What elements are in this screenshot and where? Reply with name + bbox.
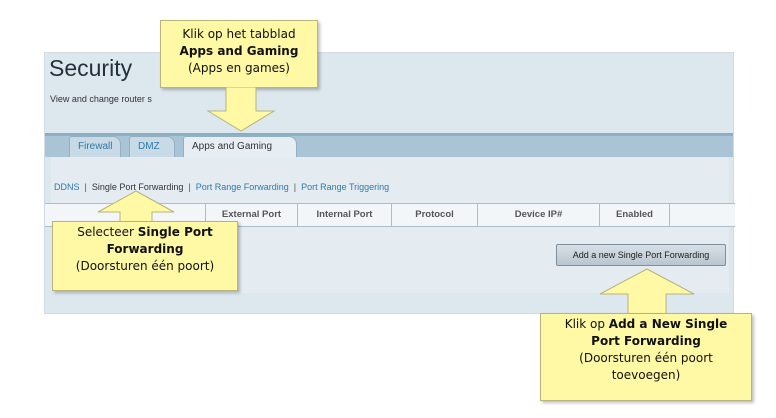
callout-text: (Apps en games) [188, 61, 290, 75]
page-header: Security View and change router s [45, 53, 733, 133]
page-subtitle: View and change router s [50, 94, 152, 104]
callout-single-port-forwarding: Selecteer Single Port Forwarding (Doorst… [52, 221, 238, 291]
table-header-internal-port: Internal Port [297, 204, 391, 226]
subnav-separator: | [293, 182, 297, 192]
subnav-separator: | [188, 182, 191, 192]
callout-text: (Doorsturen één poort) [75, 259, 215, 273]
subnav-ddns[interactable]: DDNS [54, 182, 80, 192]
tab-firewall[interactable]: Firewall [69, 136, 121, 158]
callout-text: Klik op het tabblad [182, 27, 296, 41]
add-single-port-forwarding-button[interactable]: Add a new Single Port Forwarding [556, 244, 726, 266]
table-header-blank-end [669, 204, 735, 226]
subnav-port-range-triggering[interactable]: Port Range Triggering [301, 182, 389, 192]
callout-text: toevoegen) [611, 368, 681, 382]
tab-apps-and-gaming[interactable]: Apps and Gaming [183, 136, 297, 158]
table-header-enabled: Enabled [599, 204, 669, 226]
callout-text-bold: Apps and Gaming [179, 44, 299, 58]
tab-bar: Firewall DMZ Apps and Gaming [45, 133, 733, 158]
arrow-up-icon [599, 268, 695, 316]
callout-text-bold: Port Forwarding [591, 334, 701, 348]
subnav-port-range-forwarding[interactable]: Port Range Forwarding [196, 182, 289, 192]
arrow-up-icon [97, 190, 175, 224]
table-header-device-ip: Device IP# [477, 204, 599, 226]
callout-text: Selecteer Single Port [77, 225, 213, 239]
table-header-protocol: Protocol [391, 204, 477, 226]
callout-apps-and-gaming: Klik op het tabblad Apps and Gaming (App… [160, 20, 318, 88]
callout-add-new-single-port-forwarding: Klik op Add a New Single Port Forwarding… [540, 313, 752, 401]
callout-text-bold: Forwarding [106, 242, 184, 256]
callout-text: Klik op Add a New Single [564, 317, 728, 331]
callout-text: (Doorsturen één poort [579, 351, 713, 365]
tab-dmz[interactable]: DMZ [129, 136, 175, 158]
arrow-down-icon [206, 87, 276, 132]
page-title: Security [49, 55, 133, 81]
